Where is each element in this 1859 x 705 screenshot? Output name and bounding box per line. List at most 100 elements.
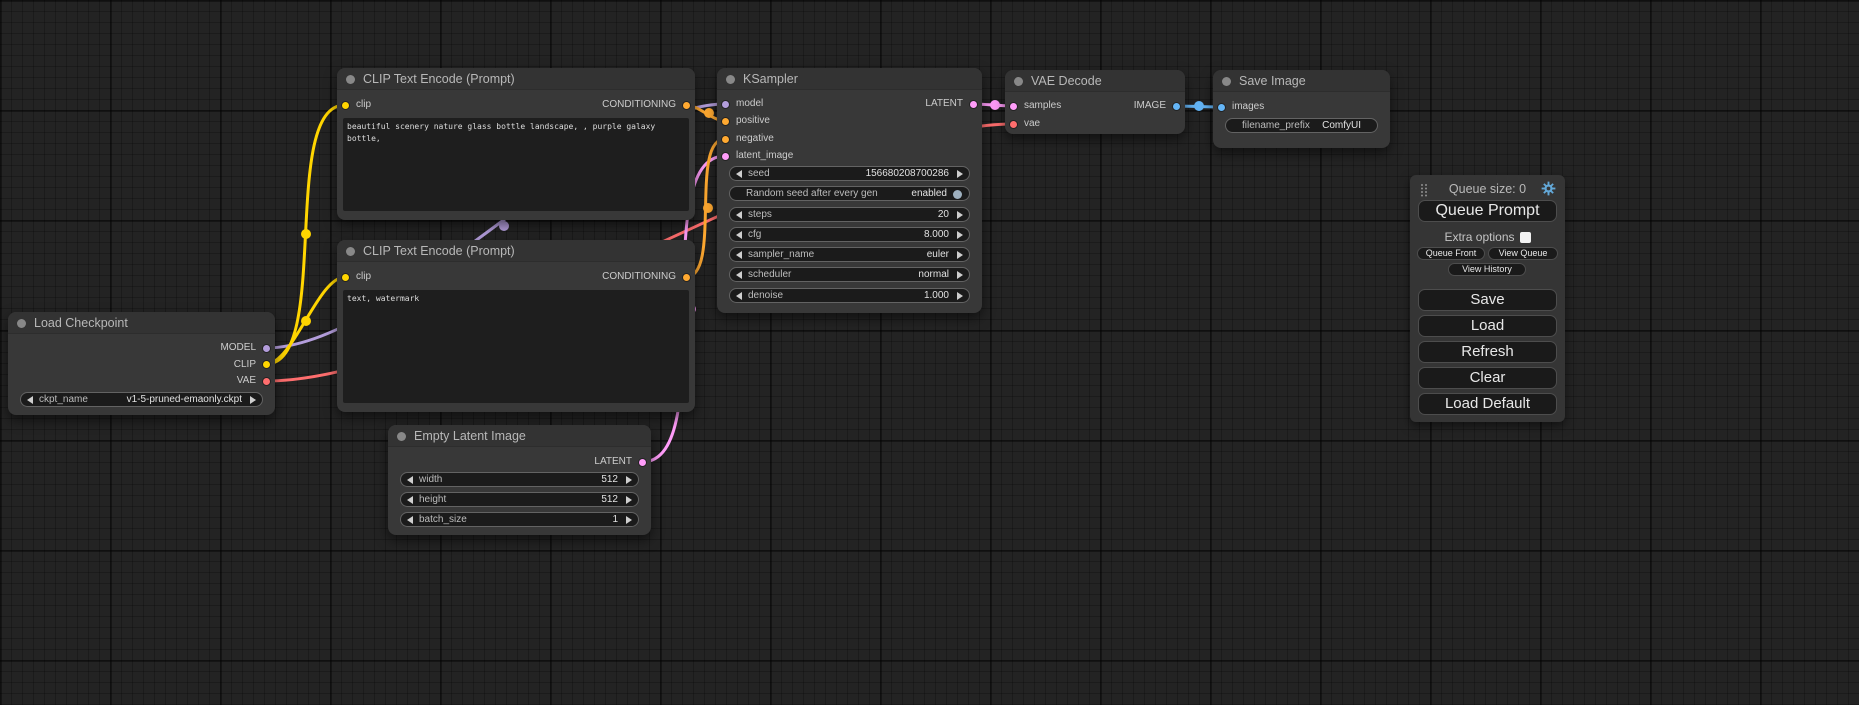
load-default-button[interactable]: Load Default bbox=[1418, 393, 1557, 415]
output-port-conditioning[interactable] bbox=[682, 273, 691, 282]
collapse-dot-icon[interactable] bbox=[346, 247, 355, 256]
node-load-checkpoint[interactable]: Load Checkpoint MODEL CLIP VAE ckpt_name… bbox=[8, 312, 275, 415]
wire-latent-out-dot[interactable] bbox=[990, 100, 1000, 110]
wire-clip-1[interactable] bbox=[266, 105, 345, 364]
input-port-model[interactable] bbox=[721, 100, 730, 109]
output-port-latent[interactable] bbox=[638, 458, 647, 467]
node-clip-text-encode-positive[interactable]: CLIP Text Encode (Prompt) clip CONDITION… bbox=[337, 68, 695, 220]
output-port-conditioning[interactable] bbox=[682, 101, 691, 110]
wire-negative-dot[interactable] bbox=[703, 203, 713, 213]
collapse-dot-icon[interactable] bbox=[1222, 77, 1231, 86]
decrement-arrow-icon[interactable] bbox=[736, 292, 742, 300]
widget-batch-size[interactable]: batch_size 1 bbox=[400, 512, 639, 527]
input-port-images[interactable] bbox=[1217, 103, 1226, 112]
prompt-textarea[interactable]: text, watermark bbox=[343, 290, 689, 403]
widget-seed[interactable]: seed 156680208700286 bbox=[729, 166, 970, 181]
input-port-latent-image[interactable] bbox=[721, 152, 730, 161]
increment-arrow-icon[interactable] bbox=[957, 231, 963, 239]
input-port-positive[interactable] bbox=[721, 117, 730, 126]
node-title-bar[interactable]: Empty Latent Image bbox=[388, 425, 651, 447]
view-history-button[interactable]: View History bbox=[1448, 263, 1526, 276]
input-port-samples[interactable] bbox=[1009, 102, 1018, 111]
increment-arrow-icon[interactable] bbox=[957, 271, 963, 279]
output-port-vae[interactable] bbox=[262, 377, 271, 386]
increment-arrow-icon[interactable] bbox=[250, 396, 256, 404]
widget-cfg[interactable]: cfg 8.000 bbox=[729, 227, 970, 242]
clear-button[interactable]: Clear bbox=[1418, 367, 1557, 389]
widget-sampler-name[interactable]: sampler_name euler bbox=[729, 247, 970, 262]
output-port-image[interactable] bbox=[1172, 102, 1181, 111]
decrement-arrow-icon[interactable] bbox=[736, 211, 742, 219]
node-save-image[interactable]: Save Image images filename_prefix ComfyU… bbox=[1213, 70, 1390, 148]
input-label-positive: positive bbox=[736, 115, 770, 126]
decrement-arrow-icon[interactable] bbox=[736, 271, 742, 279]
widget-scheduler[interactable]: scheduler normal bbox=[729, 267, 970, 282]
node-title-bar[interactable]: CLIP Text Encode (Prompt) bbox=[337, 240, 695, 262]
decrement-arrow-icon[interactable] bbox=[736, 170, 742, 178]
settings-gear-icon[interactable] bbox=[1541, 181, 1556, 196]
increment-arrow-icon[interactable] bbox=[957, 292, 963, 300]
widget-random-seed-toggle[interactable]: Random seed after every gen enabled bbox=[729, 186, 970, 201]
widget-height[interactable]: height 512 bbox=[400, 492, 639, 507]
increment-arrow-icon[interactable] bbox=[957, 170, 963, 178]
collapse-dot-icon[interactable] bbox=[17, 319, 26, 328]
widget-denoise[interactable]: denoise 1.000 bbox=[729, 288, 970, 303]
queue-front-button[interactable]: Queue Front bbox=[1417, 247, 1485, 260]
input-label-clip: clip bbox=[356, 271, 371, 282]
increment-arrow-icon[interactable] bbox=[626, 516, 632, 524]
input-port-negative[interactable] bbox=[721, 135, 730, 144]
input-port-clip[interactable] bbox=[341, 273, 350, 282]
collapse-dot-icon[interactable] bbox=[1014, 77, 1023, 86]
node-canvas[interactable]: Load Checkpoint MODEL CLIP VAE ckpt_name… bbox=[0, 0, 1859, 705]
output-port-model[interactable] bbox=[262, 344, 271, 353]
input-port-vae[interactable] bbox=[1009, 120, 1018, 129]
node-title-bar[interactable]: CLIP Text Encode (Prompt) bbox=[337, 68, 695, 90]
refresh-button[interactable]: Refresh bbox=[1418, 341, 1557, 363]
node-title: Save Image bbox=[1239, 74, 1306, 88]
collapse-dot-icon[interactable] bbox=[726, 75, 735, 84]
wire-clip-1-dot[interactable] bbox=[301, 229, 311, 239]
widget-width[interactable]: width 512 bbox=[400, 472, 639, 487]
increment-arrow-icon[interactable] bbox=[626, 476, 632, 484]
node-title-bar[interactable]: Load Checkpoint bbox=[8, 312, 275, 334]
wire-image-dot[interactable] bbox=[1194, 101, 1204, 111]
collapse-dot-icon[interactable] bbox=[346, 75, 355, 84]
node-title-bar[interactable]: VAE Decode bbox=[1005, 70, 1185, 92]
collapse-dot-icon[interactable] bbox=[397, 432, 406, 441]
node-title-bar[interactable]: KSampler bbox=[717, 68, 982, 90]
decrement-arrow-icon[interactable] bbox=[736, 231, 742, 239]
decrement-arrow-icon[interactable] bbox=[407, 516, 413, 524]
prompt-textarea[interactable]: beautiful scenery nature glass bottle la… bbox=[343, 118, 689, 211]
decrement-arrow-icon[interactable] bbox=[27, 396, 33, 404]
output-port-latent[interactable] bbox=[969, 100, 978, 109]
widget-label: ckpt_name bbox=[39, 394, 88, 405]
increment-arrow-icon[interactable] bbox=[957, 251, 963, 259]
increment-arrow-icon[interactable] bbox=[957, 211, 963, 219]
widget-ckpt-name[interactable]: ckpt_name v1-5-pruned-emaonly.ckpt bbox=[20, 392, 263, 407]
queue-prompt-button[interactable]: Queue Prompt bbox=[1418, 200, 1557, 222]
node-title-bar[interactable]: Save Image bbox=[1213, 70, 1390, 92]
extra-options-checkbox[interactable] bbox=[1520, 232, 1531, 243]
toggle-indicator[interactable] bbox=[953, 190, 962, 199]
decrement-arrow-icon[interactable] bbox=[407, 496, 413, 504]
wire-positive-dot[interactable] bbox=[704, 108, 714, 118]
increment-arrow-icon[interactable] bbox=[626, 496, 632, 504]
wire-model-dot[interactable] bbox=[499, 221, 509, 231]
wire-clip-2-dot[interactable] bbox=[301, 316, 311, 326]
node-clip-text-encode-negative[interactable]: CLIP Text Encode (Prompt) clip CONDITION… bbox=[337, 240, 695, 412]
input-port-clip[interactable] bbox=[341, 101, 350, 110]
input-label-images: images bbox=[1232, 101, 1264, 112]
widget-filename-prefix[interactable]: filename_prefix ComfyUI bbox=[1225, 118, 1378, 133]
node-vae-decode[interactable]: VAE Decode samples vae IMAGE bbox=[1005, 70, 1185, 134]
node-empty-latent-image[interactable]: Empty Latent Image LATENT width 512 heig… bbox=[388, 425, 651, 535]
view-queue-button[interactable]: View Queue bbox=[1488, 247, 1558, 260]
widget-steps[interactable]: steps 20 bbox=[729, 207, 970, 222]
load-button[interactable]: Load bbox=[1418, 315, 1557, 337]
decrement-arrow-icon[interactable] bbox=[407, 476, 413, 484]
node-ksampler[interactable]: KSampler model positive negative latent_… bbox=[717, 68, 982, 313]
output-port-clip[interactable] bbox=[262, 360, 271, 369]
save-button[interactable]: Save bbox=[1418, 289, 1557, 311]
decrement-arrow-icon[interactable] bbox=[736, 251, 742, 259]
wire-clip-2[interactable] bbox=[266, 277, 345, 364]
widget-value: 1 bbox=[612, 514, 618, 525]
